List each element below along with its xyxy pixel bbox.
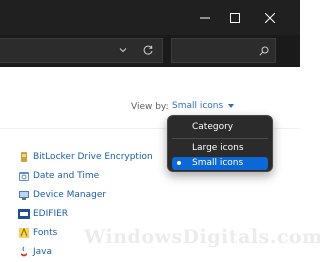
explorer-toolbar [0, 35, 300, 67]
edifier-icon [18, 208, 30, 220]
view-by-value: Small icons [172, 101, 224, 111]
device-manager-icon [18, 189, 30, 201]
bitlocker-icon [18, 151, 30, 163]
caret-down-icon [228, 104, 235, 108]
refresh-button[interactable] [139, 40, 157, 60]
java-icon [18, 246, 30, 258]
menu-item-small-icons[interactable]: Small icons [172, 157, 268, 170]
refresh-icon [143, 45, 153, 55]
close-icon [265, 13, 275, 23]
menu-item-large-icons[interactable]: Large icons [172, 142, 268, 155]
item-label: Device Manager [33, 190, 107, 200]
watermark: WindowsDigitals.com [84, 226, 320, 248]
menu-divider [172, 138, 268, 139]
maximize-icon [230, 13, 240, 23]
view-by-menu: Category Large icons Small icons [167, 115, 273, 172]
address-dropdown-button[interactable] [114, 40, 132, 60]
maximize-button[interactable] [223, 6, 247, 30]
menu-item-label: Large icons [192, 143, 244, 153]
view-by-label: View by: [131, 102, 169, 112]
menu-item-category[interactable]: Category [172, 121, 268, 134]
search-input[interactable] [171, 38, 276, 63]
title-bar [0, 0, 300, 35]
list-item[interactable]: Device Manager [18, 186, 218, 204]
item-label: BitLocker Drive Encryption [33, 152, 153, 162]
fonts-icon [18, 227, 30, 239]
search-icon [259, 46, 269, 56]
view-by-dropdown[interactable]: Small icons [172, 101, 235, 111]
date-time-icon [18, 170, 30, 182]
item-label: Fonts [33, 228, 58, 238]
chevron-down-icon [119, 48, 127, 53]
close-button[interactable] [258, 6, 282, 30]
radio-dot-icon [177, 161, 181, 165]
item-label: Java [33, 247, 53, 257]
menu-item-label: Small icons [192, 158, 244, 168]
item-label: Date and Time [33, 171, 100, 181]
minimize-button[interactable] [193, 6, 217, 30]
menu-item-label: Category [192, 122, 234, 132]
list-item[interactable]: EDIFIER [18, 205, 218, 223]
minimize-icon [200, 17, 210, 19]
item-label: EDIFIER [33, 209, 69, 219]
